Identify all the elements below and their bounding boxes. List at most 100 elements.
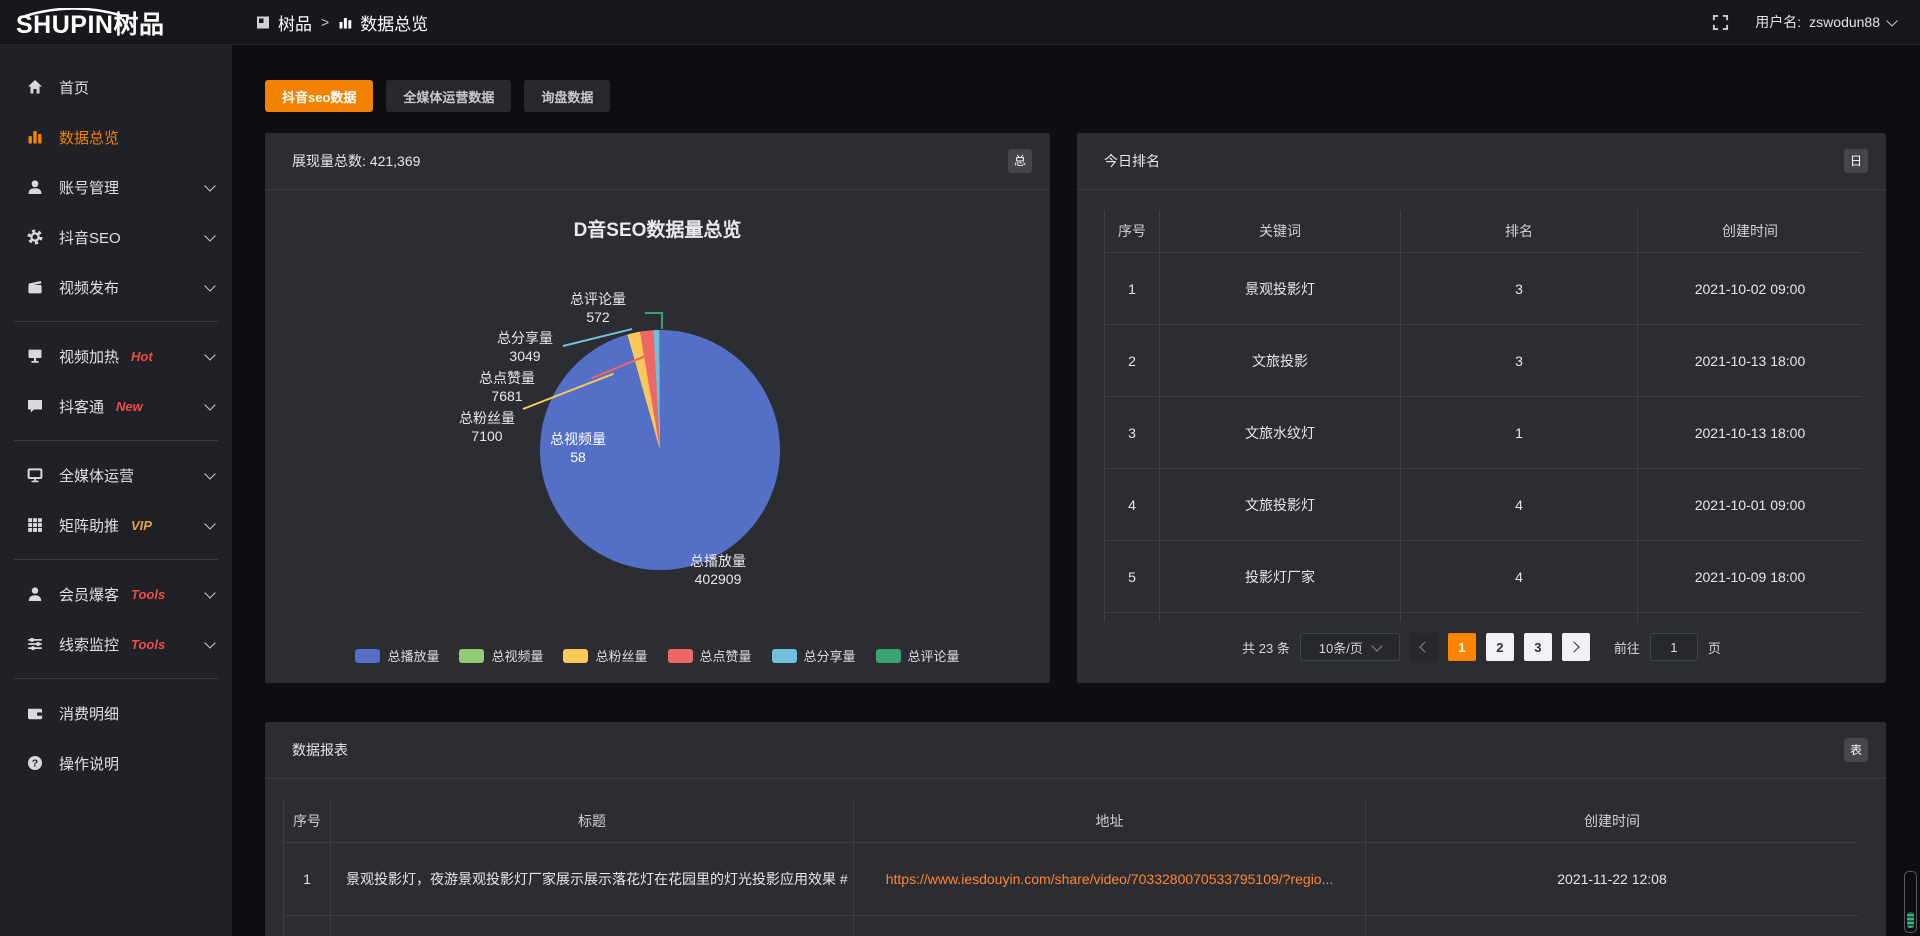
table-cell	[284, 916, 331, 936]
legend-item[interactable]: 总点赞量	[668, 646, 752, 665]
sidebar-divider	[14, 559, 218, 560]
heat-icon	[26, 347, 44, 365]
prev-page-button[interactable]	[1410, 633, 1438, 661]
table-cell: 1	[1401, 397, 1638, 469]
table-row-clipped	[1105, 613, 1863, 623]
table-cell: 2021-10-01 09:00	[1638, 469, 1863, 541]
table-cell	[854, 916, 1366, 936]
page-button-3[interactable]: 3	[1524, 633, 1552, 661]
sidebar-item-label: 视频加热	[59, 346, 119, 367]
sidebar-item-badge: New	[116, 399, 143, 414]
daily-view-button[interactable]: 日	[1844, 149, 1868, 173]
scrollbar[interactable]	[1904, 871, 1917, 933]
table-view-button[interactable]: 表	[1844, 738, 1868, 762]
user-name: zswodun88	[1809, 14, 1880, 30]
legend-item[interactable]: 总视频量	[459, 646, 543, 665]
sidebar-item-label: 视频发布	[59, 277, 119, 298]
page-number-group: 123	[1448, 633, 1552, 661]
breadcrumb-separator: >	[321, 14, 329, 30]
chart-title: D音SEO数据量总览	[265, 215, 1050, 242]
breadcrumb: 树品 > 数据总览	[256, 10, 428, 35]
table-row: 1景观投影灯，夜游景观投影灯厂家展示展示落花灯在花园里的灯光投影应用效果 #ht…	[284, 843, 1859, 916]
table-cell: 3	[1401, 253, 1638, 325]
page-size-select[interactable]: 10条/页	[1300, 633, 1400, 661]
chart-legend: 总播放量 总视频量 总粉丝量 总点赞量 总分享量 总评论量	[265, 646, 1050, 665]
window-icon	[256, 15, 271, 30]
report-link[interactable]: https://www.iesdouyin.com/share/video/70…	[886, 871, 1334, 887]
user-menu[interactable]: 用户名: zswodun88	[1755, 12, 1896, 32]
legend-item[interactable]: 总粉丝量	[563, 646, 647, 665]
report-table-wrap: 序号标题地址创建时间 1景观投影灯，夜游景观投影灯厂家展示展示落花灯在花园里的灯…	[283, 800, 1858, 936]
sidebar-item-data-overview[interactable]: 数据总览	[0, 112, 232, 162]
table-row: 4文旅投影灯42021-10-01 09:00	[1105, 469, 1863, 541]
sidebar-item-video-publish[interactable]: 视频发布	[0, 262, 232, 312]
table-cell	[1366, 916, 1859, 936]
report-url-cell: https://www.iesdouyin.com/share/video/70…	[854, 843, 1366, 916]
wallet-icon	[26, 704, 44, 722]
table-cell: 2021-10-09 18:00	[1638, 541, 1863, 613]
tab-0[interactable]: 抖音seo数据	[265, 80, 373, 112]
legend-item[interactable]: 总分享量	[772, 646, 856, 665]
sidebar-divider	[14, 321, 218, 322]
sidebar-item-matrix-boost[interactable]: 矩阵助推VIP	[0, 500, 232, 550]
question-icon: ?	[26, 754, 44, 772]
sidebar-menu: 首页数据总览账号管理抖音SEO视频发布视频加热Hot抖客通New全媒体运营矩阵助…	[0, 62, 232, 788]
table-cell: 3	[1105, 397, 1160, 469]
sidebar-item-media-operation[interactable]: 全媒体运营	[0, 450, 232, 500]
page-button-1[interactable]: 1	[1448, 633, 1476, 661]
next-page-button[interactable]	[1562, 633, 1590, 661]
sidebar-item-consume-detail[interactable]: 消费明细	[0, 688, 232, 738]
sidebar-item-badge: Tools	[131, 587, 165, 602]
table-cell: 2021-10-13 18:00	[1638, 397, 1863, 469]
sidebar-item-label: 矩阵助推	[59, 515, 119, 536]
pagination: 共 23 条 10条/页 123 前往 页	[1077, 633, 1886, 661]
sidebar-divider	[14, 440, 218, 441]
column-header: 创建时间	[1638, 210, 1863, 253]
scrollbar-thumb[interactable]	[1907, 912, 1914, 928]
sidebar-item-badge: Tools	[131, 637, 165, 652]
legend-item[interactable]: 总播放量	[355, 646, 439, 665]
column-header: 排名	[1401, 210, 1638, 253]
sidebar-item-help[interactable]: ? 操作说明	[0, 738, 232, 788]
rank-table: 序号关键词排名创建时间 1景观投影灯32021-10-02 09:002文旅投影…	[1104, 210, 1862, 622]
legend-swatch	[355, 649, 380, 663]
sidebar: 首页数据总览账号管理抖音SEO视频发布视频加热Hot抖客通New全媒体运营矩阵助…	[0, 44, 232, 936]
chevron-down-icon	[204, 280, 215, 291]
panel-douyin-seo: 展现量总数: 421,369 总 D音SEO数据量总览 总评论量572 总分享量…	[265, 133, 1050, 683]
total-view-button[interactable]: 总	[1008, 149, 1032, 173]
sidebar-item-douyin-seo[interactable]: 抖音SEO	[0, 212, 232, 262]
page-button-2[interactable]: 2	[1486, 633, 1514, 661]
table-cell	[1160, 613, 1401, 623]
sidebar-item-home[interactable]: 首页	[0, 62, 232, 112]
legend-label: 总粉丝量	[595, 646, 647, 665]
sidebar-item-douketong[interactable]: 抖客通New	[0, 381, 232, 431]
table-cell: 2	[1105, 325, 1160, 397]
chevron-down-icon	[204, 637, 215, 648]
rank-panel-title: 今日排名	[1104, 151, 1160, 171]
sidebar-item-video-heat[interactable]: 视频加热Hot	[0, 331, 232, 381]
tab-2[interactable]: 询盘数据	[524, 80, 610, 112]
monitor-icon	[26, 466, 44, 484]
pie-label-likes: 总点赞量7681	[462, 369, 552, 405]
table-cell	[1638, 613, 1863, 623]
table-cell: 景观投影灯	[1160, 253, 1401, 325]
sidebar-item-label: 会员爆客	[59, 584, 119, 605]
sidebar-item-label: 操作说明	[59, 753, 119, 774]
user-label: 用户名:	[1755, 12, 1801, 32]
column-header: 序号	[284, 800, 331, 843]
table-cell	[331, 916, 854, 936]
home-icon	[26, 78, 44, 96]
goto-page-input[interactable]	[1650, 633, 1698, 661]
breadcrumb-root[interactable]: 树品	[278, 10, 312, 35]
fullscreen-icon[interactable]	[1712, 14, 1729, 31]
legend-item[interactable]: 总评论量	[876, 646, 960, 665]
sidebar-item-account[interactable]: 账号管理	[0, 162, 232, 212]
page-unit-label: 页	[1708, 638, 1721, 657]
pagination-total: 共 23 条	[1242, 638, 1290, 657]
sidebar-item-member-baoke[interactable]: 会员爆客 Tools	[0, 569, 232, 619]
gear-icon	[26, 228, 44, 246]
sidebar-item-clue-monitor[interactable]: 线索监控Tools	[0, 619, 232, 669]
tab-1[interactable]: 全媒体运营数据	[386, 80, 511, 112]
pie-label-plays: 总播放量402909	[673, 552, 763, 588]
legend-swatch	[668, 649, 693, 663]
